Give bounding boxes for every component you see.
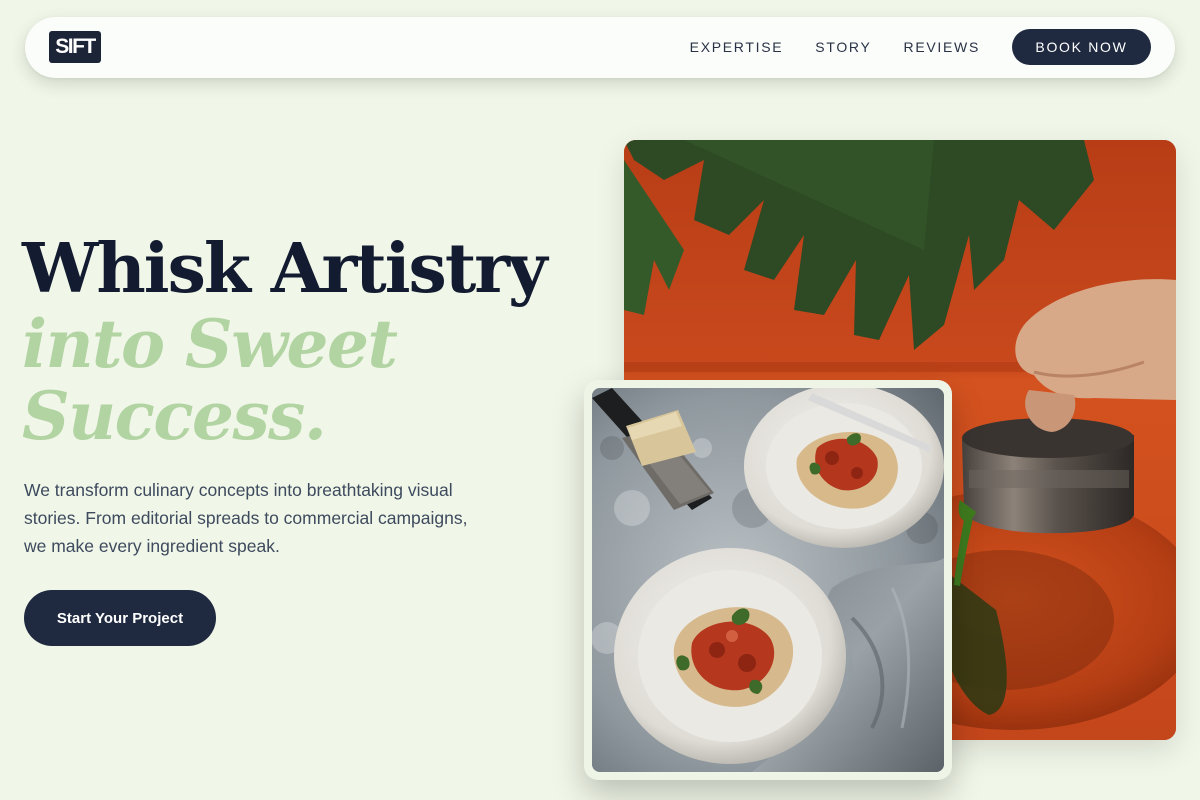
hero-image-frame xyxy=(584,380,952,780)
hero-headline-accent: into Sweet Success. xyxy=(22,305,398,455)
top-navbar: SIFT EXPERTISE STORY REVIEWS BOOK NOW xyxy=(25,17,1175,78)
hero-headline: Whisk Artistry xyxy=(22,229,548,309)
sift-logo[interactable]: SIFT xyxy=(49,31,101,63)
nav-link-expertise[interactable]: EXPERTISE xyxy=(690,39,784,55)
nav-link-story[interactable]: STORY xyxy=(815,39,871,55)
metal-jug xyxy=(958,418,1134,534)
hero-description: We transform culinary concepts into brea… xyxy=(24,480,468,556)
nav-links: EXPERTISE STORY REVIEWS BOOK NOW xyxy=(690,29,1151,65)
book-now-button[interactable]: BOOK NOW xyxy=(1012,29,1151,65)
pasta-plates-illustration xyxy=(592,388,944,772)
start-project-button[interactable]: Start Your Project xyxy=(24,590,216,646)
nav-link-reviews[interactable]: REVIEWS xyxy=(904,39,980,55)
plate-bottom xyxy=(614,548,846,764)
hero-image-pasta xyxy=(592,388,944,772)
